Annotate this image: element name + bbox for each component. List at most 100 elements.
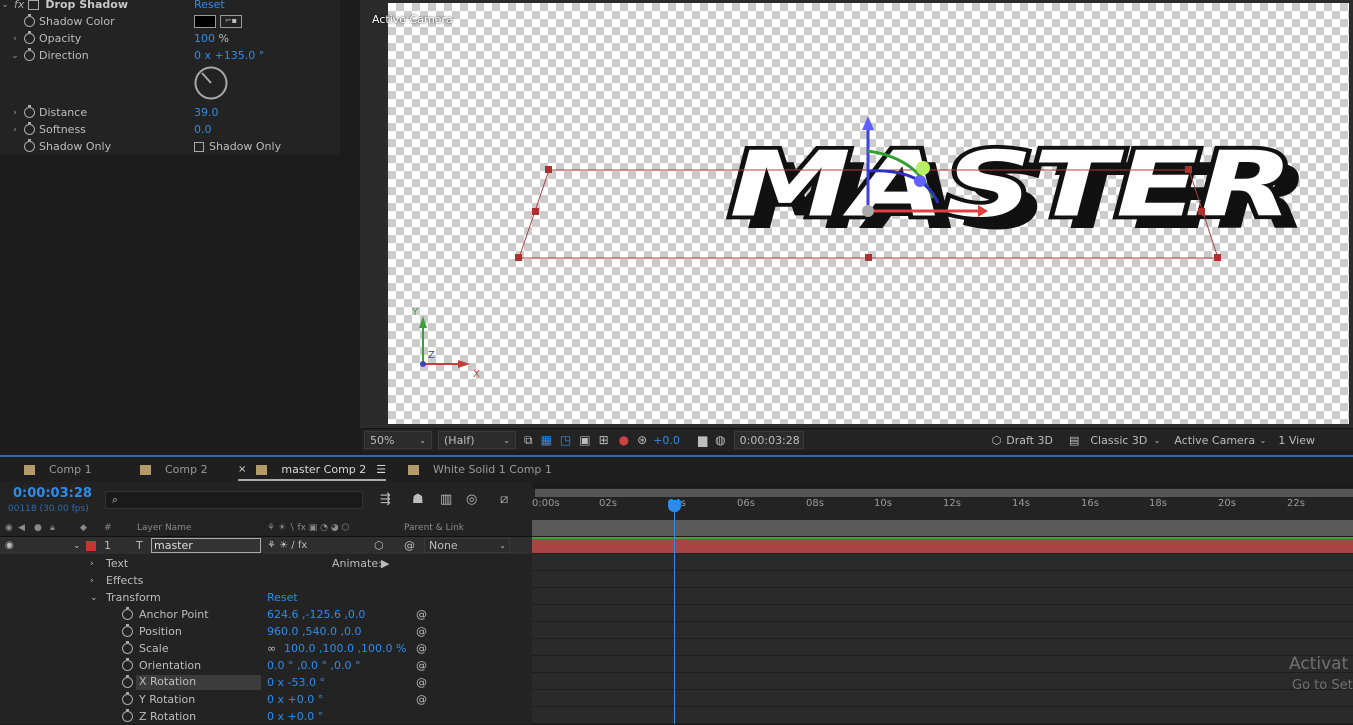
prop-row-z-rotation[interactable]: Z Rotation 0 x +0.0 ° [0, 708, 532, 725]
group-transform[interactable]: ⌄ Transform Reset [0, 589, 532, 606]
anchor-point[interactable] [862, 205, 874, 217]
pickwhip-icon[interactable]: @ [416, 693, 427, 706]
stopwatch-icon[interactable] [24, 139, 35, 152]
pickwhip-icon[interactable]: @ [416, 659, 427, 672]
motion-blur-icon[interactable]: ◎ [466, 492, 477, 507]
prop-distance[interactable]: › Distance 39.0 [0, 104, 340, 121]
pickwhip-icon[interactable]: @ [404, 539, 415, 552]
prop-row-x-rotation[interactable]: X Rotation 0 x -53.0 ° @ [0, 674, 532, 691]
prop-row-position[interactable]: Position 960.0 ,540.0 ,0.0 @ [0, 623, 532, 640]
close-icon[interactable]: × [238, 464, 246, 475]
fast-preview-icon[interactable]: ⧉ [524, 433, 533, 448]
snapshot-camera-icon[interactable]: ▆ [698, 433, 707, 447]
menu-icon[interactable]: ☰ [376, 463, 386, 476]
camera-dropdown[interactable]: Active Camera ⌄ [1169, 431, 1272, 449]
3d-layer-icon[interactable]: ⬡ [374, 539, 384, 552]
pickwhip-icon[interactable]: @ [416, 608, 427, 621]
distance-value[interactable]: 39.0 [194, 106, 219, 119]
stopwatch-icon[interactable] [122, 641, 133, 654]
group-effects[interactable]: › Effects [0, 572, 532, 589]
tab-comp-2[interactable]: Comp 2 [140, 463, 208, 476]
stopwatch-icon[interactable] [122, 675, 133, 688]
prop-row-scale[interactable]: Scale ∞ 100.0 ,100.0 ,100.0 % @ [0, 640, 532, 657]
chevron-right-icon[interactable]: › [10, 125, 20, 135]
views-dropdown[interactable]: 1 View [1273, 431, 1326, 449]
chevron-right-icon[interactable]: › [90, 576, 94, 586]
chevron-right-icon[interactable]: › [10, 34, 20, 44]
softness-value[interactable]: 0.0 [194, 123, 212, 136]
stopwatch-icon[interactable] [122, 692, 133, 705]
tab-white-solid[interactable]: White Solid 1 Comp 1 [408, 463, 552, 476]
pickwhip-icon[interactable]: @ [416, 676, 427, 689]
stopwatch-icon[interactable] [24, 105, 35, 118]
tab-comp-1[interactable]: Comp 1 [24, 463, 92, 476]
shadow-only-checkbox[interactable] [194, 141, 204, 152]
layer-search-input[interactable]: ⌕ [105, 491, 363, 509]
prop-opacity[interactable]: › Opacity 100 % [0, 30, 340, 47]
eye-icon[interactable]: ◉ [5, 540, 14, 551]
frame-blending-icon[interactable]: ▥ [440, 492, 452, 507]
stopwatch-icon[interactable] [122, 709, 133, 722]
timeline-tracks[interactable]: Activat Go to Set [532, 520, 1353, 724]
layer-row[interactable]: ◉ ⌄ 1 T master ⚘ ☀ / fx ⬡ @ None ⌄ [0, 537, 532, 554]
renderer-dropdown[interactable]: Classic 3D ⌄ [1085, 431, 1166, 449]
stopwatch-icon[interactable] [122, 607, 133, 620]
master-text-layer[interactable]: MASTER MASTER Y X Z [388, 3, 1349, 424]
3d-ground-icon[interactable]: ▤ [1069, 434, 1079, 447]
stopwatch-icon[interactable] [24, 14, 35, 27]
prop-row-anchor[interactable]: Anchor Point 624.6 ,-125.6 ,0.0 @ [0, 606, 532, 623]
viewer-canvas[interactable]: Active Camera MASTER MASTER Y X Z [372, 3, 1349, 424]
prop-value[interactable]: 624.6 ,-125.6 ,0.0 [267, 608, 365, 621]
stopwatch-icon[interactable] [24, 31, 35, 44]
link-icon[interactable]: ∞ [267, 642, 276, 655]
opacity-value[interactable]: 100 [194, 32, 215, 45]
draft-3d-label[interactable]: Draft 3D [1006, 434, 1053, 447]
prop-value[interactable]: 0 x +0.0 ° [267, 710, 323, 723]
prop-value[interactable]: 960.0 ,540.0 ,0.0 [267, 625, 361, 638]
stopwatch-icon[interactable] [24, 122, 35, 135]
viewer-timecode[interactable]: 0:00:03:28 [733, 431, 804, 449]
stopwatch-icon[interactable] [122, 658, 133, 671]
y-arrow-icon[interactable] [862, 116, 874, 130]
pickwhip-icon[interactable]: @ [416, 625, 427, 638]
color-swatch[interactable] [194, 15, 216, 28]
grid-guides-icon[interactable]: ⊞ [599, 433, 609, 447]
prop-shadow-only[interactable]: Shadow Only Shadow Only [0, 138, 340, 155]
solo-icon[interactable]: ● [34, 523, 42, 533]
time-ruler[interactable]: 0:00s 02s 04s 06s 08s 10s 12s 14s 16s 18… [532, 488, 1353, 520]
chevron-right-icon[interactable]: › [10, 108, 20, 118]
layer-name-field[interactable]: master [151, 538, 261, 553]
exposure-value[interactable]: +0.0 [653, 434, 680, 447]
current-timecode[interactable]: 0:00:03:28 [13, 486, 92, 501]
region-of-interest-icon[interactable]: ▣ [579, 433, 590, 447]
chevron-down-icon[interactable]: ⌄ [73, 541, 81, 551]
parent-dropdown[interactable]: None ⌄ [424, 538, 510, 553]
gizmo-handle[interactable] [914, 175, 926, 187]
chevron-right-icon[interactable]: › [90, 559, 94, 569]
tab-master-comp-2[interactable]: × master Comp 2 ☰ [238, 463, 387, 481]
label-color[interactable] [86, 540, 96, 551]
label-tag-icon[interactable]: ◆ [80, 523, 87, 533]
chevron-down-icon[interactable]: ⌄ [10, 51, 20, 61]
layer-switches[interactable]: ⚘ ☀ / fx [267, 540, 307, 551]
direction-dial[interactable] [194, 66, 230, 102]
lock-icon[interactable]: 🔒︎ [50, 523, 55, 533]
work-area-bar[interactable] [535, 489, 1353, 497]
draft-3d-icon[interactable]: ⬡ [992, 434, 1002, 447]
prop-row-y-rotation[interactable]: Y Rotation 0 x +0.0 ° @ [0, 691, 532, 708]
comp-flowchart-icon[interactable]: ⇶ [380, 492, 391, 507]
audio-icon[interactable]: ◀ [18, 523, 25, 533]
eye-icon[interactable]: ◉ [5, 523, 13, 533]
group-text[interactable]: › Text Animate: ▶ [0, 555, 532, 572]
graph-editor-icon[interactable]: ⧄ [500, 492, 508, 507]
effect-header[interactable]: ⌄ fx Drop Shadow Reset [0, 0, 340, 13]
transform-reset-link[interactable]: Reset [267, 591, 298, 604]
prop-softness[interactable]: › Softness 0.0 [0, 121, 340, 138]
prop-value[interactable]: 100.0 ,100.0 ,100.0 % [284, 642, 406, 655]
stopwatch-icon[interactable] [122, 624, 133, 637]
effect-reset-link[interactable]: Reset [194, 0, 225, 11]
shy-layers-icon[interactable]: ☗ [412, 492, 424, 507]
chevron-down-icon[interactable]: ⌄ [0, 0, 10, 10]
playhead-line[interactable] [674, 504, 675, 724]
color-management-icon[interactable]: ⊛ [637, 433, 647, 447]
